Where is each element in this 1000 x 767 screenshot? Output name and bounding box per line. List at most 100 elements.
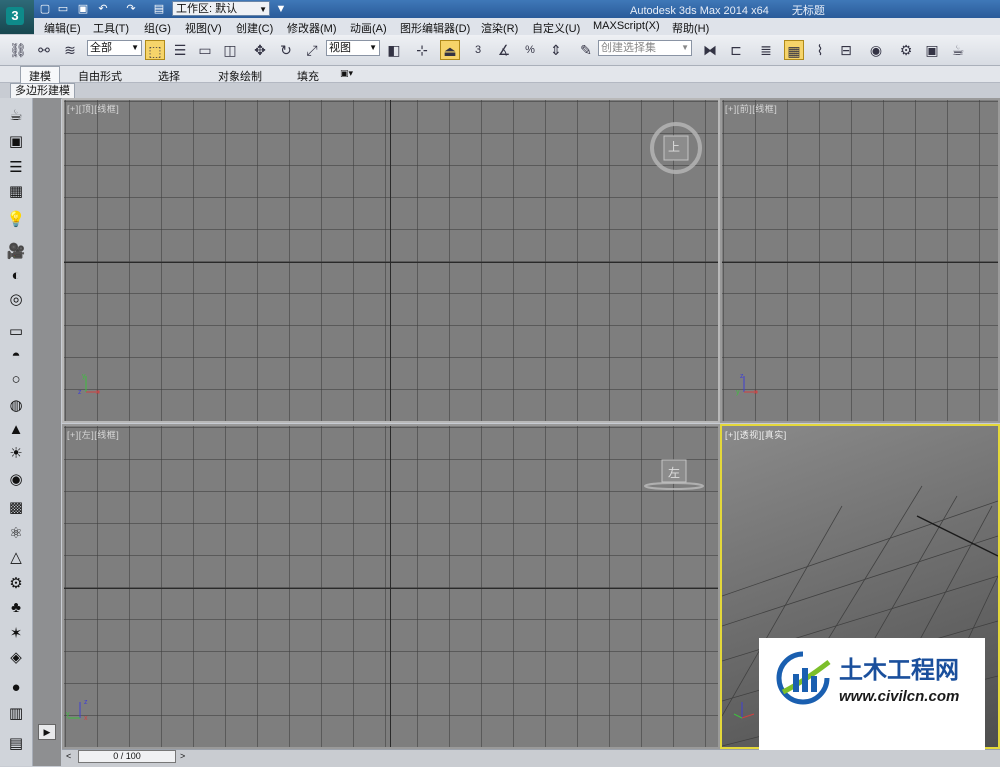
camera-icon[interactable]: 🎥: [6, 242, 26, 262]
video-camera-icon[interactable]: ◎: [6, 290, 26, 310]
menu-item-2[interactable]: 组(G): [144, 20, 171, 36]
named-selection-sets-dropdown[interactable]: 创建选择集 ▼: [598, 40, 692, 56]
ribbon-tab-object-paint[interactable]: 对象绘制: [218, 68, 262, 84]
render-setup-icon[interactable]: ⚙: [896, 40, 916, 60]
spinner-snap-icon[interactable]: ⇕: [546, 40, 566, 60]
unlink-icon[interactable]: ⚯: [34, 40, 54, 60]
menu-item-5[interactable]: 修改器(M): [287, 20, 337, 36]
gear-icon[interactable]: ⚙: [6, 574, 26, 594]
menu-item-4[interactable]: 创建(C): [236, 20, 273, 36]
percent-snap-icon[interactable]: %: [520, 40, 540, 60]
menu-item-7[interactable]: 图形编辑器(D): [400, 20, 470, 36]
named-selection-placeholder: 创建选择集: [601, 42, 656, 54]
viewport-left[interactable]: [+][左][线框] 左 z y x: [62, 424, 720, 749]
menu-item-9[interactable]: 自定义(U): [532, 20, 580, 36]
menu-item-6[interactable]: 动画(A): [350, 20, 387, 36]
bind-space-warp-icon[interactable]: ≋: [60, 40, 80, 60]
curve-editor-icon[interactable]: ⌇: [810, 40, 830, 60]
pyramid-icon[interactable]: △: [6, 548, 26, 568]
ribbon-tab-freeform[interactable]: 自由形式: [78, 68, 122, 84]
align-icon[interactable]: ⊏: [726, 40, 746, 60]
grid-table-icon[interactable]: ▦: [6, 182, 26, 202]
lightbulb-icon[interactable]: 💡: [6, 210, 26, 230]
rendered-frame-window-icon[interactable]: ▣: [922, 40, 942, 60]
rectangular-selection-icon[interactable]: ▭: [195, 40, 215, 60]
selection-filter-dropdown[interactable]: 全部 ▼: [87, 40, 142, 56]
workspace-dropdown[interactable]: 工作区: 默认 ▼: [172, 1, 270, 16]
select-object-icon[interactable]: ⬚: [145, 40, 165, 60]
application-button[interactable]: 3: [0, 0, 34, 34]
plant-icon[interactable]: ♣: [6, 598, 26, 618]
ribbon-tab-selection[interactable]: 选择: [158, 68, 180, 84]
time-slider-prev-icon[interactable]: <: [66, 751, 71, 761]
quick-access-dropdown-icon[interactable]: ▼: [274, 2, 288, 16]
image-icon[interactable]: ▣: [6, 132, 26, 152]
material-editor-icon[interactable]: ◉: [866, 40, 886, 60]
open-file-icon[interactable]: ▭: [56, 2, 70, 16]
graphite-modeling-tools-icon[interactable]: ▦: [784, 40, 804, 60]
menu-item-11[interactable]: 帮助(H): [672, 20, 709, 36]
menu-item-0[interactable]: 编辑(E): [44, 20, 81, 36]
left-tool-panel: ☕ ▣ ☰ ▦ 💡 🎥 ◐ ◎ ▭ ◓ ○ ◍ ▲ ☀ ◉ ▩ ⚛ △ ⚙ ♣ …: [0, 98, 33, 766]
plane-icon[interactable]: ▩: [6, 498, 26, 518]
window-crossing-icon[interactable]: ◫: [220, 40, 240, 60]
redo-icon[interactable]: ↷: [124, 2, 138, 16]
viewport-label[interactable]: [+][左][线框]: [67, 428, 119, 441]
box-icon[interactable]: ▭: [6, 322, 26, 342]
mirror-icon[interactable]: ⧓: [700, 40, 720, 60]
project-folder-icon[interactable]: ▤: [152, 2, 166, 16]
chevron-down-icon: ▼: [131, 43, 139, 52]
time-slider-track[interactable]: [62, 749, 1000, 767]
circle-icon[interactable]: ○: [6, 370, 26, 390]
new-file-icon[interactable]: ▢: [38, 2, 52, 16]
viewport-front[interactable]: [+][前][线框] z y x: [720, 98, 1000, 423]
sphere-half-icon[interactable]: ◓: [6, 346, 26, 366]
select-manipulate-icon[interactable]: ⊹: [412, 40, 432, 60]
select-by-name-icon[interactable]: ☰: [170, 40, 190, 60]
reference-coordinate-dropdown[interactable]: 视图 ▼: [326, 40, 380, 56]
edit-named-selection-icon[interactable]: ✎: [576, 40, 596, 60]
viewport-top[interactable]: [+][顶][线框] 上 y z x: [62, 98, 720, 423]
menu-item-1[interactable]: 工具(T): [93, 20, 129, 36]
pivot-center-icon[interactable]: ◧: [384, 40, 404, 60]
snaps-toggle-icon[interactable]: 3: [468, 40, 488, 60]
select-and-move-icon[interactable]: ✥: [250, 40, 270, 60]
ball-icon[interactable]: ●: [6, 678, 26, 698]
cone-icon[interactable]: ▲: [6, 420, 26, 440]
molecule-icon[interactable]: ⚛: [6, 524, 26, 544]
ribbon-options-dropdown-icon[interactable]: ▣▾: [340, 68, 353, 79]
svg-text:z: z: [78, 389, 82, 396]
disc-icon[interactable]: ◉: [6, 470, 26, 490]
keyboard-shortcut-override-icon[interactable]: ⏏: [440, 40, 460, 60]
save-file-icon[interactable]: ▣: [76, 2, 90, 16]
building-icon[interactable]: ▥: [6, 704, 26, 724]
time-slider-thumb[interactable]: 0 / 100: [78, 750, 176, 763]
render-production-icon[interactable]: ☕: [948, 40, 968, 60]
viewport-label[interactable]: [+][前][线框]: [725, 102, 777, 115]
time-slider-next-icon[interactable]: >: [180, 751, 185, 761]
menu-item-3[interactable]: 视图(V): [185, 20, 222, 36]
angle-snap-icon[interactable]: ∡: [494, 40, 514, 60]
sound-icon[interactable]: ◐: [6, 266, 26, 286]
teapot-icon[interactable]: ☕: [6, 106, 26, 126]
ribbon-panel-polygon-modeling[interactable]: 多边形建模: [10, 83, 75, 99]
ribbon-tab-populate[interactable]: 填充: [297, 68, 319, 84]
layer-manager-icon[interactable]: ≣: [756, 40, 776, 60]
panel-icon[interactable]: ▤: [6, 734, 26, 754]
menu-item-10[interactable]: MAXScript(X): [593, 20, 660, 32]
animal-icon[interactable]: ✶: [6, 624, 26, 644]
list-icon[interactable]: ☰: [6, 158, 26, 178]
rock-icon[interactable]: ◈: [6, 648, 26, 668]
viewport-label[interactable]: [+][顶][线框]: [67, 102, 119, 115]
expand-panel-button[interactable]: ▶: [38, 724, 56, 740]
menu-item-8[interactable]: 渲染(R): [481, 20, 518, 36]
select-and-rotate-icon[interactable]: ↻: [276, 40, 296, 60]
torus-icon[interactable]: ◍: [6, 396, 26, 416]
sun-icon[interactable]: ☀: [6, 444, 26, 464]
schematic-view-icon[interactable]: ⊟: [836, 40, 856, 60]
select-and-link-icon[interactable]: ⛓: [8, 40, 28, 60]
main-toolbar: ⛓ ⚯ ≋ 全部 ▼ ⬚ ☰ ▭ ◫ ✥ ↻ ⤢ 视图 ▼ ◧ ⊹ ⏏ 3 ∡ …: [0, 35, 1000, 66]
percent-snap-label: %: [525, 44, 535, 56]
undo-icon[interactable]: ↶: [96, 2, 110, 16]
select-and-scale-icon[interactable]: ⤢: [302, 40, 322, 60]
